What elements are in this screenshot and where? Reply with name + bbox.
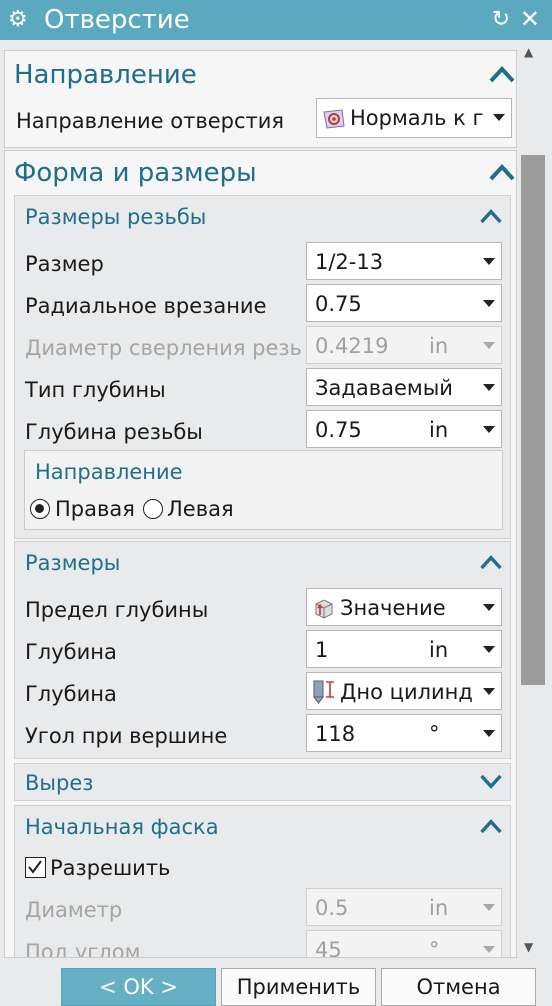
direction-section: Направление Направление отверстия Нормал…: [4, 50, 517, 148]
enable-chamfer-label[interactable]: Разрешить: [50, 855, 170, 881]
drill-diameter-label-clip: Диаметр сверления резьбы: [25, 335, 303, 365]
drill-diameter-field: 0.4219 in: [306, 326, 502, 364]
thread-depth-field[interactable]: 0.75 in: [306, 410, 502, 448]
thread-depth-label: Глубина резьбы: [25, 420, 203, 444]
drill-diameter-value: 0.4219: [315, 334, 389, 358]
depth-label: Глубина: [25, 640, 117, 664]
hole-direction-label: Направление отверстия: [16, 109, 285, 133]
chamfer-diameter-value: 0.5: [315, 896, 349, 920]
checkmark-icon: [28, 860, 42, 874]
start-chamfer-group: Начальная фаска Разрешить Диаметр 0.5 in…: [14, 805, 511, 958]
radial-engage-value: 0.75: [315, 292, 362, 316]
thread-hand-group: Направление Правая Левая: [24, 450, 503, 530]
collapse-chevron-icon[interactable]: [479, 207, 503, 225]
dropdown-arrow-icon: [483, 946, 495, 953]
dimensions-group: Размеры Предел глубины Значение Глубина …: [14, 541, 511, 759]
depth-limit-value: Значение: [340, 596, 446, 620]
start-chamfer-title: Начальная фаска: [25, 815, 219, 839]
dropdown-arrow-icon: [483, 384, 495, 391]
depth-field[interactable]: 1 in: [306, 630, 502, 668]
chamfer-angle-label: Под углом: [25, 940, 141, 958]
hole-direction-dropdown[interactable]: Нормаль к г: [316, 98, 512, 138]
hole-direction-value: Нормаль к г: [350, 106, 484, 130]
chamfer-diameter-field: 0.5 in: [306, 888, 502, 926]
tip-angle-field[interactable]: 118 °: [306, 714, 502, 752]
thread-group-title: Размеры резьбы: [25, 205, 207, 229]
depth-type-dropdown[interactable]: Задаваемый: [306, 368, 502, 406]
reset-icon[interactable]: ↻: [492, 6, 510, 34]
settings-icon[interactable]: ⚙: [8, 7, 28, 33]
dropdown-arrow-icon: [483, 300, 495, 307]
drill-diameter-label: Диаметр сверления резьбы: [25, 336, 303, 360]
drill-diameter-unit: in: [429, 334, 449, 358]
dropdown-arrow-icon: [483, 258, 495, 265]
tip-angle-label: Угол при вершине: [25, 724, 228, 748]
relief-group[interactable]: Вырез: [14, 763, 511, 801]
thread-size-value: 1/2-13: [315, 250, 384, 274]
collapse-chevron-icon[interactable]: [488, 64, 516, 84]
right-hand-label[interactable]: Правая: [55, 496, 135, 522]
ok-button[interactable]: < OK >: [61, 968, 216, 1006]
depth-to-dropdown[interactable]: Дно цилинд: [306, 672, 502, 710]
chamfer-angle-value: 45: [315, 938, 342, 958]
direction-section-title: Направление: [14, 60, 197, 90]
chamfer-angle-field: 45 °: [306, 930, 502, 958]
collapse-chevron-icon[interactable]: [479, 817, 503, 835]
shape-dimensions-section: Форма и размеры Размеры резьбы Размер 1/…: [4, 150, 517, 958]
depth-type-label: Тип глубины: [25, 378, 166, 402]
dropdown-arrow-icon: [493, 114, 505, 121]
right-hand-radio[interactable]: [30, 499, 50, 519]
depth-to-value: Дно цилинд: [340, 680, 473, 704]
dropdown-arrow-icon: [483, 604, 495, 611]
relief-group-title: Вырез: [25, 771, 94, 795]
left-hand-label[interactable]: Левая: [167, 496, 234, 522]
shape-section-title: Форма и размеры: [14, 158, 257, 188]
collapse-chevron-icon[interactable]: [479, 553, 503, 571]
depth-unit: in: [429, 638, 449, 662]
dropdown-arrow-icon: [483, 730, 495, 737]
dropdown-arrow-icon: [483, 688, 495, 695]
thread-dimensions-group: Размеры резьбы Размер 1/2-13 Радиальное …: [14, 195, 511, 539]
radial-engage-label: Радиальное врезание: [25, 294, 267, 318]
depth-value: 1: [315, 638, 329, 662]
enable-chamfer-checkbox[interactable]: [25, 857, 46, 878]
scrollbar-thumb[interactable]: [521, 155, 545, 685]
dropdown-arrow-icon: [483, 342, 495, 349]
depth-limit-label: Предел глубины: [25, 598, 209, 622]
radial-engage-dropdown[interactable]: 0.75: [306, 284, 502, 322]
dropdown-arrow-icon: [483, 904, 495, 911]
thread-hand-title: Направление: [35, 460, 183, 484]
dropdown-arrow-icon: [483, 426, 495, 433]
close-icon[interactable]: ✕: [520, 5, 540, 33]
thread-size-dropdown[interactable]: 1/2-13: [306, 242, 502, 280]
scroll-down-arrow-icon[interactable]: ▼: [524, 940, 533, 954]
dialog-title: Отверстие: [44, 5, 190, 35]
apply-button[interactable]: Применить: [221, 968, 376, 1006]
normal-direction-icon: [323, 109, 345, 129]
thread-depth-value: 0.75: [315, 418, 362, 442]
left-hand-radio[interactable]: [143, 499, 163, 519]
collapse-chevron-icon[interactable]: [488, 162, 516, 182]
cylinder-bottom-icon: [313, 680, 334, 704]
title-bar: ⚙ Отверстие ↻ ✕: [0, 0, 552, 40]
chamfer-angle-unit: °: [429, 938, 440, 958]
tip-angle-value: 118: [315, 722, 356, 746]
depth-to-label: Глубина: [25, 682, 117, 706]
depth-limit-dropdown[interactable]: Значение: [306, 588, 502, 626]
expand-chevron-icon[interactable]: [479, 773, 503, 791]
chamfer-diameter-unit: in: [429, 896, 449, 920]
cancel-button[interactable]: Отмена: [381, 968, 536, 1006]
thread-size-label: Размер: [25, 252, 104, 276]
scroll-up-arrow-icon[interactable]: ▲: [524, 45, 533, 59]
thread-depth-unit: in: [429, 418, 449, 442]
depth-value-icon: [315, 599, 333, 619]
tip-angle-unit: °: [429, 722, 440, 746]
chamfer-diameter-label: Диаметр: [25, 898, 123, 922]
depth-type-value: Задаваемый: [315, 376, 453, 400]
dimensions-group-title: Размеры: [25, 551, 121, 575]
dropdown-arrow-icon: [483, 646, 495, 653]
